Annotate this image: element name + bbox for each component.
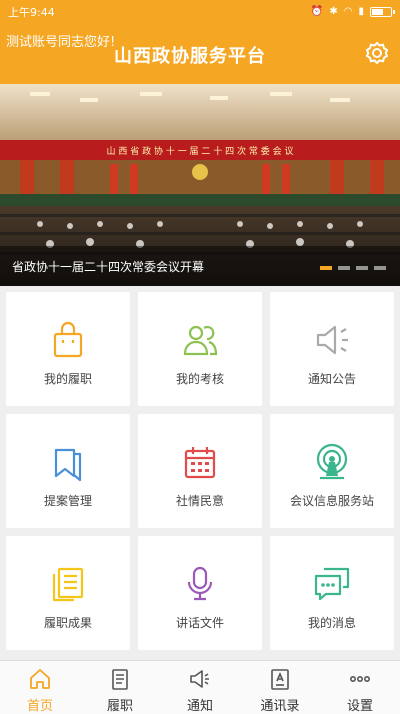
signal-icon — [316, 443, 348, 480]
user-greeting: 测试账号同志您好! — [6, 35, 116, 50]
status-time: 上午9:44 — [8, 6, 55, 19]
nav-label: 履职 — [106, 699, 133, 714]
feature-grid: 我的履职 我的考核 通知公告 提案管理 社情民意 会议信息服务站 履职成果 讲话… — [6, 292, 394, 650]
nav-contacts[interactable]: 通讯录 — [240, 661, 320, 714]
banner-dot[interactable] — [320, 266, 332, 270]
banner-dot[interactable] — [356, 266, 368, 270]
tile-label: 我的消息 — [307, 616, 356, 630]
document-icon — [52, 567, 84, 602]
tile-duty-results[interactable]: 履职成果 — [6, 536, 130, 650]
nav-label: 通讯录 — [260, 699, 300, 714]
banner-dot[interactable] — [374, 266, 386, 270]
banner-pagination — [320, 266, 386, 270]
people-icon — [183, 325, 218, 356]
speaker-icon — [190, 670, 209, 688]
banner-caption: 省政协十一届二十四次常委会议开幕 — [12, 259, 205, 274]
banner-dot[interactable] — [338, 266, 350, 270]
gear-icon[interactable] — [364, 40, 390, 66]
wifi-icon: ◠ — [343, 6, 353, 17]
tile-my-assessment[interactable]: 我的考核 — [138, 292, 262, 406]
tile-speeches[interactable]: 讲话文件 — [138, 536, 262, 650]
battery-icon — [370, 7, 395, 17]
bag-icon — [53, 321, 83, 358]
tile-proposals[interactable]: 提案管理 — [6, 414, 130, 528]
tile-label: 社情民意 — [175, 494, 224, 508]
banner-hall-sign: 山 西 省 政 协 十 一 届 二 十 四 次 常 委 会 议 — [107, 145, 294, 157]
battery-fill — [372, 9, 384, 15]
more-icon — [349, 676, 370, 683]
tile-label: 会议信息服务站 — [289, 494, 374, 508]
calendar-icon — [184, 447, 216, 479]
nav-home[interactable]: 首页 — [0, 661, 80, 714]
contacts-icon — [271, 669, 289, 690]
nav-label: 首页 — [26, 699, 53, 714]
bottom-nav: 首页 履职 通知 通讯录 设置 — [0, 660, 400, 714]
tile-meeting-service[interactable]: 会议信息服务站 — [270, 414, 394, 528]
status-bar: 上午9:44 ⏰ ✱ ◠ ▮ — [0, 0, 400, 24]
speaker-icon — [316, 325, 348, 355]
tile-label: 履职成果 — [43, 616, 92, 630]
alarm-icon: ⏰ — [310, 6, 324, 17]
tile-label: 讲话文件 — [175, 616, 224, 630]
tile-my-messages[interactable]: 我的消息 — [270, 536, 394, 650]
tile-label: 我的履职 — [43, 372, 92, 386]
nav-notice[interactable]: 通知 — [160, 661, 240, 714]
bookmark-icon — [54, 448, 82, 482]
tile-label: 通知公告 — [307, 372, 356, 386]
app-title: 山西政协服务平台 — [114, 46, 266, 67]
tile-public-opinion[interactable]: 社情民意 — [138, 414, 262, 528]
tile-notices[interactable]: 通知公告 — [270, 292, 394, 406]
microphone-icon — [187, 566, 213, 601]
news-banner[interactable]: 山 西 省 政 协 十 一 届 二 十 四 次 常 委 会 议 省政协十一届二十… — [0, 84, 400, 286]
status-icons: ⏰ ✱ ◠ ▮ — [310, 6, 395, 17]
app-header: 测试账号同志您好! 山西政协服务平台 — [0, 24, 400, 84]
nav-settings[interactable]: 设置 — [320, 661, 400, 714]
bluetooth-icon: ✱ — [329, 6, 338, 17]
home-icon — [30, 669, 50, 689]
tile-label: 我的考核 — [175, 372, 224, 386]
signal-strength-icon: ▮ — [358, 6, 364, 17]
nav-duty[interactable]: 履职 — [80, 661, 160, 714]
tile-label: 提案管理 — [43, 494, 92, 508]
tile-my-duty[interactable]: 我的履职 — [6, 292, 130, 406]
chat-icon — [314, 567, 350, 601]
nav-label: 设置 — [346, 699, 373, 714]
clipboard-icon — [112, 669, 128, 690]
nav-label: 通知 — [186, 699, 213, 714]
